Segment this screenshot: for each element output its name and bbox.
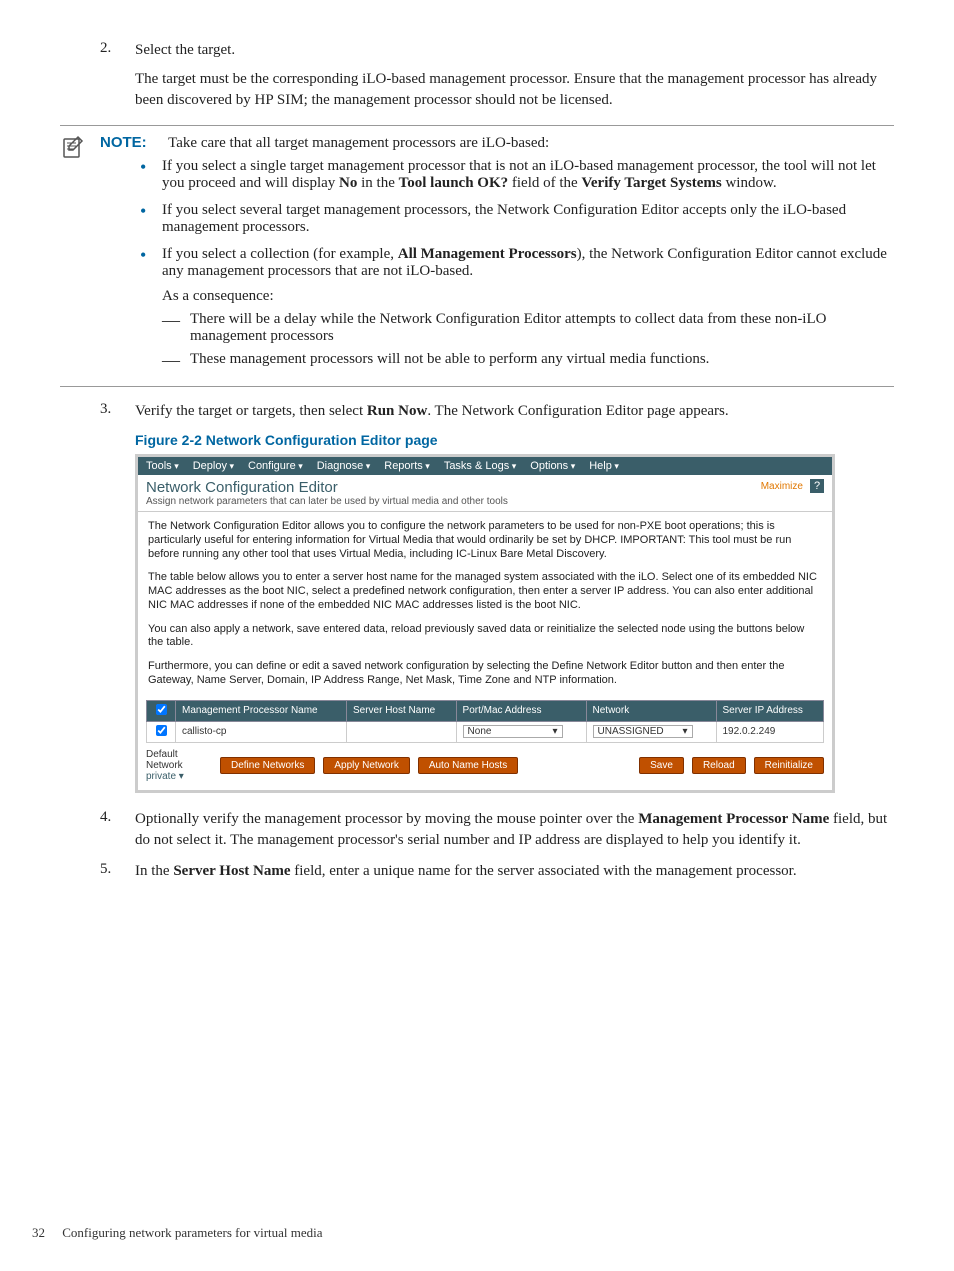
menu-diagnose[interactable]: Diagnose xyxy=(317,460,371,472)
screenshot-paragraph: You can also apply a network, save enter… xyxy=(148,623,822,651)
note-bullet: If you select a single target management… xyxy=(140,158,894,192)
screenshot: Tools Deploy Configure Diagnose Reports … xyxy=(135,454,835,793)
table-row: callisto-cp None▾ UNASSIGNED▾ 192.0.2.24… xyxy=(147,721,824,742)
default-network-label: Default Network private ▾ xyxy=(146,749,206,782)
screenshot-paragraph: The Network Configuration Editor allows … xyxy=(148,520,822,561)
cell-port-mac[interactable]: None▾ xyxy=(456,721,586,742)
screenshot-paragraph: The table below allows you to enter a se… xyxy=(148,571,822,612)
footer-title: Configuring network parameters for virtu… xyxy=(62,1225,322,1240)
figure-caption: Figure 2-2 Network Configuration Editor … xyxy=(135,432,894,448)
menu-options[interactable]: Options xyxy=(530,460,575,472)
note-dash: These management processors will not be … xyxy=(162,351,894,368)
column-header[interactable]: Management Processor Name xyxy=(176,700,347,721)
header-checkbox[interactable] xyxy=(147,700,176,721)
cell-processor-name: callisto-cp xyxy=(176,721,347,742)
column-header[interactable]: Server Host Name xyxy=(346,700,456,721)
row-checkbox[interactable] xyxy=(147,721,176,742)
page-subtitle: Assign network parameters that can later… xyxy=(138,496,832,512)
note-label: NOTE: xyxy=(100,134,147,151)
help-icon[interactable]: ? xyxy=(810,479,824,493)
step-number: 3. xyxy=(100,401,135,422)
note-dash: There will be a delay while the Network … xyxy=(162,311,894,345)
reinitialize-button[interactable]: Reinitialize xyxy=(754,757,824,774)
config-table: Management Processor Name Server Host Na… xyxy=(146,700,824,743)
column-header[interactable]: Server IP Address xyxy=(716,700,824,721)
note-box: NOTE: Take care that all target manageme… xyxy=(60,125,894,387)
step-number: 5. xyxy=(100,861,135,882)
column-header[interactable]: Network xyxy=(586,700,716,721)
note-bullet: If you select a collection (for example,… xyxy=(140,246,894,368)
menu-tools[interactable]: Tools xyxy=(146,460,179,472)
apply-network-button[interactable]: Apply Network xyxy=(323,757,409,774)
auto-name-hosts-button[interactable]: Auto Name Hosts xyxy=(418,757,518,774)
chevron-down-icon: ▾ xyxy=(553,726,558,737)
chevron-down-icon: ▾ xyxy=(179,771,184,782)
default-network-dropdown[interactable]: private ▾ xyxy=(146,771,184,782)
note-lead: Take care that all target management pro… xyxy=(168,135,549,151)
step-paragraph: Verify the target or targets, then selec… xyxy=(135,401,894,422)
maximize-link[interactable]: Maximize xyxy=(761,481,803,492)
menubar: Tools Deploy Configure Diagnose Reports … xyxy=(138,457,832,475)
step-paragraph: Optionally verify the management process… xyxy=(135,809,894,851)
save-button[interactable]: Save xyxy=(639,757,684,774)
step-number: 4. xyxy=(100,809,135,851)
page-title: Network Configuration Editor xyxy=(146,479,338,496)
menu-deploy[interactable]: Deploy xyxy=(193,460,234,472)
cell-network[interactable]: UNASSIGNED▾ xyxy=(586,721,716,742)
page-number: 32 xyxy=(32,1225,45,1240)
menu-tasks-logs[interactable]: Tasks & Logs xyxy=(444,460,516,472)
page-footer: 32 Configuring network parameters for vi… xyxy=(32,1225,323,1241)
define-networks-button[interactable]: Define Networks xyxy=(220,757,315,774)
step-paragraph: The target must be the corresponding iLO… xyxy=(135,69,894,111)
cell-server-ip[interactable]: 192.0.2.249 xyxy=(716,721,824,742)
screenshot-paragraph: Furthermore, you can define or edit a sa… xyxy=(148,660,822,688)
step-paragraph: In the Server Host Name field, enter a u… xyxy=(135,861,894,882)
menu-configure[interactable]: Configure xyxy=(248,460,303,472)
reload-button[interactable]: Reload xyxy=(692,757,746,774)
column-header[interactable]: Port/Mac Address xyxy=(456,700,586,721)
menu-help[interactable]: Help xyxy=(589,460,619,472)
cell-host-name[interactable] xyxy=(346,721,456,742)
step-title: Select the target. xyxy=(135,40,894,61)
chevron-down-icon: ▾ xyxy=(682,726,687,737)
note-bullet: If you select several target management … xyxy=(140,202,894,236)
menu-reports[interactable]: Reports xyxy=(384,460,430,472)
note-icon xyxy=(60,134,100,165)
step-number: 2. xyxy=(100,40,135,111)
